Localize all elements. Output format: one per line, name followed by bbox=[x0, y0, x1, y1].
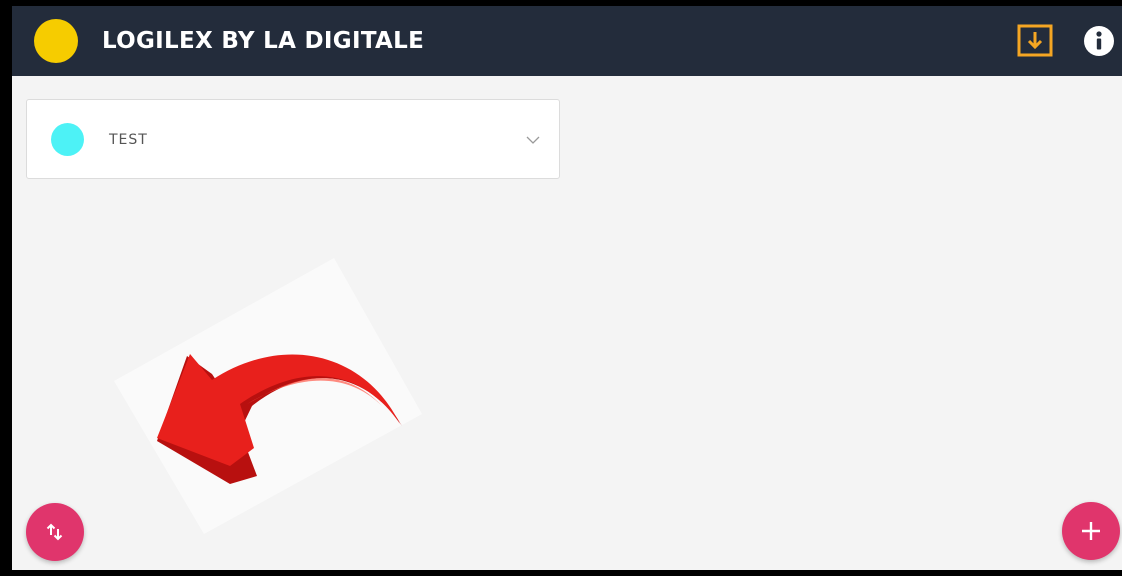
download-box-icon bbox=[1017, 24, 1053, 57]
info-circle-icon bbox=[1084, 26, 1114, 56]
chevron-down-icon[interactable] bbox=[525, 132, 541, 148]
window-frame: LOGILEX BY LA DIGITALE TEST bbox=[0, 0, 1122, 576]
info-button[interactable] bbox=[1081, 23, 1117, 59]
sort-button[interactable] bbox=[26, 503, 84, 561]
word-label: TEST bbox=[109, 132, 148, 148]
red-curved-arrow bbox=[114, 258, 422, 534]
top-bar: LOGILEX BY LA DIGITALE bbox=[12, 6, 1122, 76]
add-button[interactable] bbox=[1062, 502, 1120, 560]
app-window: LOGILEX BY LA DIGITALE TEST bbox=[12, 6, 1122, 570]
download-button[interactable] bbox=[1017, 23, 1053, 59]
plus-icon bbox=[1082, 522, 1100, 540]
app-title: LOGILEX BY LA DIGITALE bbox=[102, 28, 425, 54]
logo-circle[interactable] bbox=[34, 19, 78, 63]
word-color-circle bbox=[51, 123, 84, 156]
word-card[interactable]: TEST bbox=[26, 99, 560, 179]
sort-arrows-icon bbox=[46, 523, 63, 541]
